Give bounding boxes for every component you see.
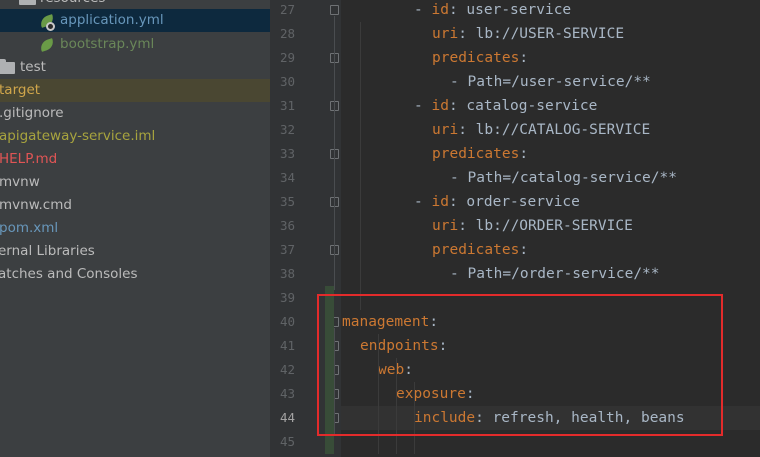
yaml-value: : lb://USER-SERVICE xyxy=(458,26,625,42)
tree-item-label: application.yml xyxy=(60,12,164,28)
yaml-key: uri xyxy=(432,26,459,42)
gear-icon xyxy=(46,22,55,31)
code-line[interactable]: uri: lb://ORDER-SERVICE xyxy=(432,214,633,238)
yaml-value: - xyxy=(414,2,432,18)
line-number: 36 xyxy=(279,218,295,233)
tree-item-label: bootstrap.yml xyxy=(60,36,155,52)
tree-item-label: mvnw.cmd xyxy=(0,197,72,213)
tree-item-scratches-and-consoles[interactable]: atches and Consoles xyxy=(0,263,270,286)
yaml-key: id xyxy=(431,2,449,18)
code-line[interactable]: uri: lb://CATALOG-SERVICE xyxy=(432,118,650,142)
yaml-value: - Path=/order-service/** xyxy=(450,266,660,282)
tree-item-mvnw-cmd[interactable]: mvnw.cmd xyxy=(0,194,270,217)
line-number: 43 xyxy=(279,386,295,401)
code-line[interactable]: - id: user-service xyxy=(414,0,571,22)
line-number: 41 xyxy=(279,338,295,353)
yaml-value: : lb://ORDER-SERVICE xyxy=(458,218,633,234)
yaml-value: : catalog-service xyxy=(448,98,598,114)
yaml-value: - Path=/user-service/** xyxy=(450,74,651,90)
tree-item-label: apigateway-service.iml xyxy=(0,128,156,144)
code-line[interactable]: - Path=/user-service/** xyxy=(450,70,651,94)
tree-item-pom-xml[interactable]: pom.xml xyxy=(0,217,270,240)
line-number: 30 xyxy=(279,74,295,89)
line-number: 32 xyxy=(279,122,295,137)
tree-item-label: test xyxy=(20,59,46,75)
tree-item-test[interactable]: test xyxy=(0,56,270,79)
project-tree: resources application.yml bootstrap.yml … xyxy=(0,0,270,457)
line-number: 31 xyxy=(279,98,295,113)
line-number: 35 xyxy=(279,194,295,209)
spring-leaf-icon xyxy=(38,38,56,52)
line-number: 28 xyxy=(279,26,295,41)
code-line[interactable]: predicates: xyxy=(432,46,528,70)
tree-item-target[interactable]: target xyxy=(0,79,270,102)
tree-item-application-yml[interactable]: application.yml xyxy=(0,9,270,32)
tree-item-label: atches and Consoles xyxy=(0,266,138,282)
code-line[interactable]: - Path=/order-service/** xyxy=(450,262,660,286)
yaml-value: - xyxy=(414,194,432,210)
code-line[interactable]: predicates: xyxy=(432,142,528,166)
tree-item-label: mvnw xyxy=(0,174,40,190)
line-number: 27 xyxy=(279,2,295,17)
tree-item-label: pom.xml xyxy=(0,220,59,236)
tree-item-external-libraries[interactable]: ernal Libraries xyxy=(0,240,270,263)
annotation-box xyxy=(317,294,723,436)
yaml-value: - xyxy=(414,98,432,114)
yaml-value: : xyxy=(519,146,529,162)
tree-item-bootstrap-yml[interactable]: bootstrap.yml xyxy=(0,33,270,56)
line-number: 40 xyxy=(279,314,295,329)
yaml-value: : xyxy=(519,242,529,258)
tree-item-gitignore[interactable]: .gitignore xyxy=(0,102,270,125)
tree-item-label: .gitignore xyxy=(0,105,64,121)
yaml-key: predicates xyxy=(432,50,520,66)
yaml-key: predicates xyxy=(432,146,520,162)
fold-guide xyxy=(334,16,335,290)
code-editor[interactable]: 27 28 29 30 31 32 33 34 35 36 37 38 39 40 41 42 43 44 45 -… xyxy=(270,0,760,457)
tree-item-label: ernal Libraries xyxy=(0,243,95,259)
tree-item-label: HELP.md xyxy=(0,151,58,167)
folder-icon xyxy=(19,0,36,5)
fold-marker-icon[interactable] xyxy=(330,5,339,15)
yaml-key: uri xyxy=(432,218,459,234)
tree-item-iml[interactable]: apigateway-service.iml xyxy=(0,125,270,148)
code-line[interactable]: - id: catalog-service xyxy=(414,94,597,118)
line-number: 44 xyxy=(279,410,295,425)
code-line[interactable]: uri: lb://USER-SERVICE xyxy=(432,22,624,46)
line-number: 38 xyxy=(279,266,295,281)
yaml-key: predicates xyxy=(432,242,520,258)
tree-item-label: target xyxy=(0,82,41,98)
code-line[interactable]: - Path=/catalog-service/** xyxy=(450,166,677,190)
line-number: 37 xyxy=(279,242,295,257)
line-number: 45 xyxy=(279,434,295,449)
line-number: 33 xyxy=(279,146,295,161)
tree-item-help-md[interactable]: HELP.md xyxy=(0,148,270,171)
code-line[interactable]: predicates: xyxy=(432,238,528,262)
line-number: 42 xyxy=(279,362,295,377)
yaml-value: : xyxy=(519,50,529,66)
yaml-key: id xyxy=(431,194,449,210)
line-number: 39 xyxy=(279,290,295,305)
line-number: 34 xyxy=(279,170,295,185)
folder-icon xyxy=(0,59,15,74)
yaml-key: id xyxy=(431,98,449,114)
line-number: 29 xyxy=(279,50,295,65)
yaml-value: : user-service xyxy=(448,2,572,18)
yaml-value: : order-service xyxy=(448,194,580,210)
yaml-value: : lb://CATALOG-SERVICE xyxy=(458,122,651,138)
yaml-value: - Path=/catalog-service/** xyxy=(450,170,677,186)
yaml-key: uri xyxy=(432,122,459,138)
code-line[interactable]: - id: order-service xyxy=(414,190,580,214)
tree-item-mvnw[interactable]: mvnw xyxy=(0,171,270,194)
indent-guide xyxy=(360,22,361,310)
